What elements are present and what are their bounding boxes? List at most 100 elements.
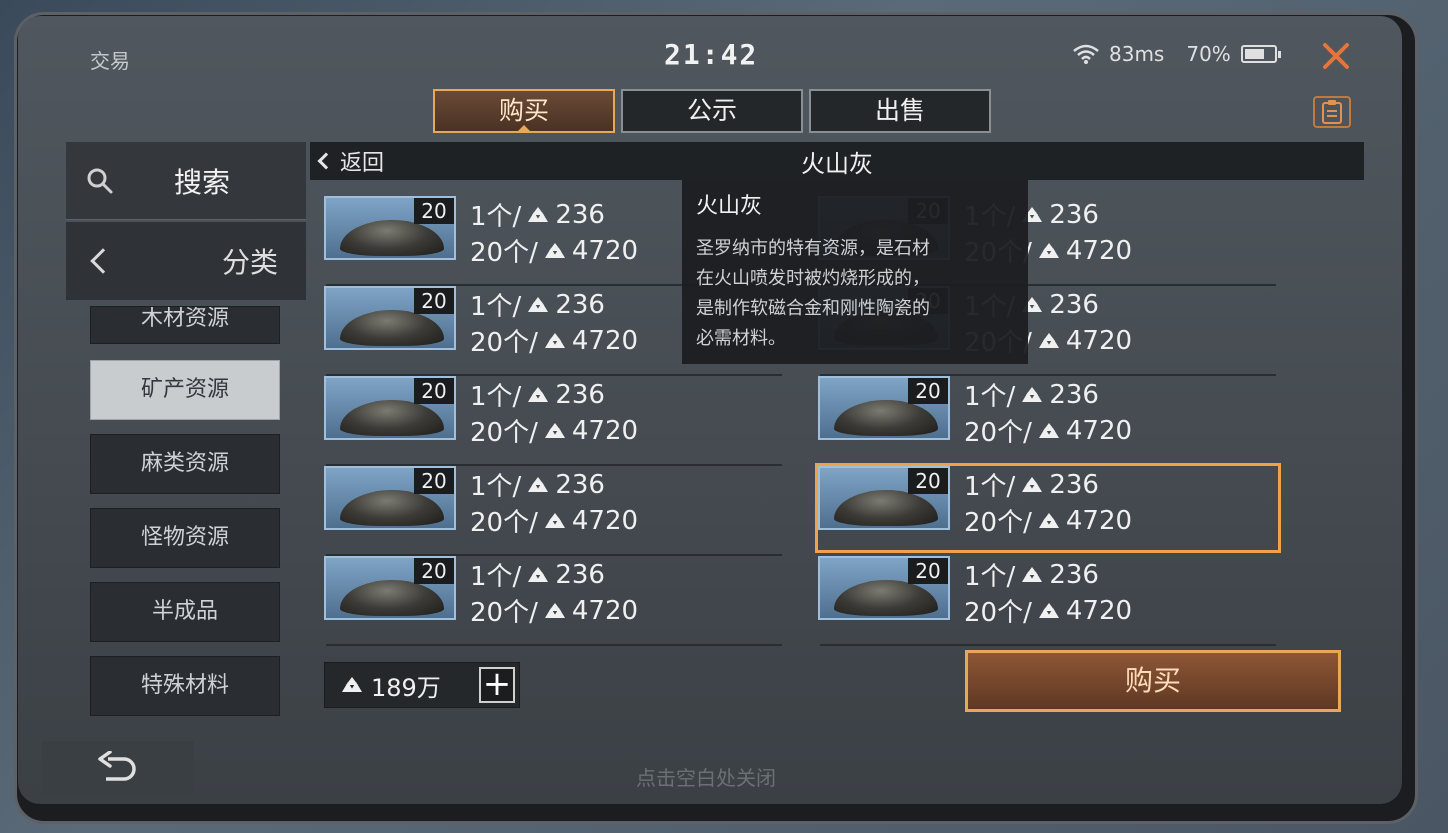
wifi-icon <box>1073 44 1099 64</box>
row-divider <box>326 644 782 646</box>
row-divider <box>820 644 1276 646</box>
currency-icon <box>1038 422 1059 438</box>
clipboard-icon[interactable] <box>1313 96 1351 128</box>
battery-level <box>1244 49 1265 59</box>
sidebar-item-wood[interactable]: 木材资源 <box>90 306 280 344</box>
currency-icon <box>1038 602 1059 618</box>
search-button[interactable]: 搜索 <box>66 142 306 220</box>
volcanic-ash-thumbnail: 20 <box>324 376 456 440</box>
volcanic-ash-thumbnail: 20 <box>324 196 456 260</box>
listing-item[interactable]: 201个/23620个/4720 <box>324 556 788 646</box>
bulk-price: 4720 <box>1065 595 1133 626</box>
bulk-label: 20个/ <box>964 418 1032 448</box>
currency-icon <box>544 422 565 438</box>
back-link[interactable]: 返回 <box>317 145 385 177</box>
unit-price-line: 1个/236 <box>470 196 605 233</box>
bulk-price-line: 20个/4720 <box>470 232 638 269</box>
listing-item[interactable]: 201个/23620个/4720 <box>818 556 1282 646</box>
currency-icon <box>528 386 549 402</box>
bulk-price: 4720 <box>571 235 639 266</box>
tooltip-line: 圣罗纳市的特有资源，是石材 <box>696 238 930 259</box>
unit-price-line: 1个/236 <box>964 376 1099 413</box>
category-list: 木材资源 矿产资源 麻类资源 怪物资源 半成品 特殊材料 <box>90 306 280 730</box>
unit-price: 236 <box>1049 199 1099 230</box>
currency-icon <box>528 566 549 582</box>
tab-buy[interactable]: 购买 <box>433 89 615 133</box>
currency-icon <box>528 476 549 492</box>
unit-price-line: 1个/236 <box>964 556 1099 593</box>
ash-pile-image <box>340 220 444 256</box>
unit-price: 236 <box>1049 379 1099 410</box>
bulk-price-line: 20个/4720 <box>470 502 638 539</box>
tooltip-line: 必需材料。 <box>696 328 786 349</box>
bulk-price-line: 20个/4720 <box>964 592 1132 629</box>
close-hint: 点击空白处关闭 <box>636 766 776 790</box>
unit-label: 1个/ <box>470 472 522 502</box>
battery-icon <box>1240 45 1281 63</box>
unit-price: 236 <box>1049 559 1099 590</box>
sidebar-item-hemp[interactable]: 麻类资源 <box>90 434 280 494</box>
unit-price: 236 <box>555 289 605 320</box>
tab-notice[interactable]: 公示 <box>621 89 803 133</box>
stack-quantity: 20 <box>414 198 454 224</box>
stack-quantity: 20 <box>414 378 454 404</box>
bulk-price-line: 20个/4720 <box>964 502 1132 539</box>
app-title: 交易 <box>90 49 130 73</box>
bulk-price: 4720 <box>1065 415 1133 446</box>
balance-amount: 189万 <box>371 673 441 702</box>
chevron-left-icon <box>317 152 335 170</box>
stack-quantity: 20 <box>414 558 454 584</box>
back-label: 返回 <box>340 151 385 176</box>
unit-label: 1个/ <box>470 562 522 592</box>
bulk-price: 4720 <box>1065 235 1133 266</box>
unit-price-line: 1个/236 <box>470 376 605 413</box>
unit-price: 236 <box>555 379 605 410</box>
unit-price: 236 <box>555 469 605 500</box>
listing-item[interactable]: 20 1个/23620个/4720 <box>324 376 788 466</box>
listing-item[interactable]: 201个/23620个/4720 <box>815 463 1281 553</box>
bulk-label: 20个/ <box>964 598 1032 628</box>
ash-pile-image <box>834 400 938 436</box>
battery-text: 70% <box>1186 42 1231 66</box>
sidebar-item-monster[interactable]: 怪物资源 <box>90 508 280 568</box>
clock: 21:42 <box>664 38 759 71</box>
close-button[interactable] <box>1318 38 1354 74</box>
bulk-label: 20个/ <box>470 598 538 628</box>
currency-balance: 189万 + <box>324 662 520 708</box>
listing-item[interactable]: 20 1个/23620个/4720 <box>324 466 788 556</box>
volcanic-ash-thumbnail: 20 <box>324 466 456 530</box>
unit-price-line: 1个/236 <box>964 466 1099 503</box>
category-label: 分类 <box>222 246 279 279</box>
unit-price-line: 1个/236 <box>470 466 605 503</box>
tooltip-description: 圣罗纳市的特有资源，是石材 在火山喷发时被灼烧形成的， 是制作软磁合金和刚性陶瓷… <box>696 234 1014 354</box>
sidebar-item-semi-finished[interactable]: 半成品 <box>90 582 280 642</box>
buy-button[interactable]: 购买 <box>965 650 1341 712</box>
listing-item[interactable]: 20 1个/236 20个/4720 <box>818 376 1282 466</box>
sidebar-item-special[interactable]: 特殊材料 <box>90 656 280 716</box>
sidebar-item-mineral[interactable]: 矿产资源 <box>90 360 280 420</box>
currency-icon <box>544 512 565 528</box>
close-icon <box>1323 43 1349 69</box>
undo-arrow-icon <box>98 751 136 781</box>
ash-pile-image <box>834 490 938 526</box>
bulk-label: 20个/ <box>470 508 538 538</box>
bulk-label: 20个/ <box>964 508 1032 538</box>
bulk-price: 4720 <box>571 415 639 446</box>
category-toggle[interactable]: 分类 <box>66 222 306 300</box>
volcanic-ash-thumbnail: 20 <box>818 556 950 620</box>
ash-pile-image <box>834 580 938 616</box>
currency-icon <box>1022 566 1043 582</box>
item-tooltip: 火山灰 圣罗纳市的特有资源，是石材 在火山喷发时被灼烧形成的， 是制作软磁合金和… <box>682 180 1028 364</box>
trade-tabs: 购买 公示 出售 <box>433 89 991 133</box>
currency-icon <box>1022 386 1043 402</box>
bulk-price: 4720 <box>1065 505 1133 536</box>
ash-pile-image <box>340 490 444 526</box>
tab-sell[interactable]: 出售 <box>809 89 991 133</box>
bulk-price-line: 20个/4720 <box>470 412 638 449</box>
trade-screen: 交易 21:42 83ms 70% 购买 公示 出售 搜索 分类 木材资源 矿产… <box>18 16 1402 804</box>
stack-quantity: 20 <box>908 558 948 584</box>
return-button[interactable] <box>42 741 194 797</box>
volcanic-ash-thumbnail: 20 <box>818 376 950 440</box>
add-currency-button[interactable]: + <box>479 667 515 703</box>
currency-icon <box>544 602 565 618</box>
